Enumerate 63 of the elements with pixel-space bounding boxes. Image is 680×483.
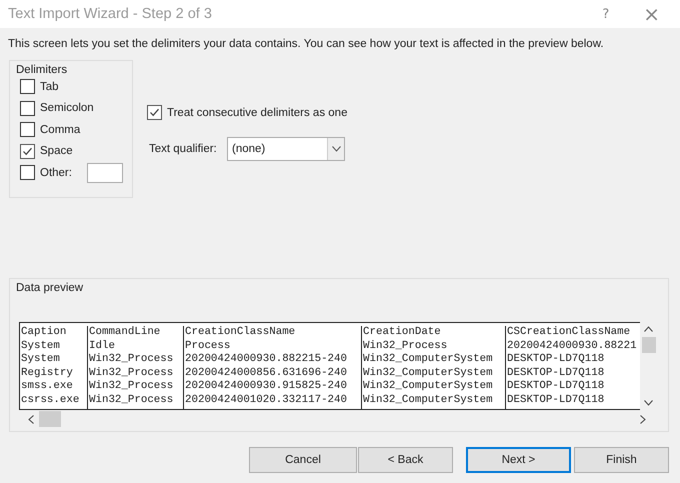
table-cell-text: Win32_Process xyxy=(89,366,174,380)
chevron-right-icon[interactable] xyxy=(640,414,646,424)
table-cell-text: DESKTOP-LD7Q118 xyxy=(507,366,606,380)
dialog-button[interactable]: Finish xyxy=(574,447,669,473)
field-label: Text qualifier: xyxy=(149,142,218,154)
table-cell-text: Registry xyxy=(21,366,74,380)
checkbox[interactable] xyxy=(20,165,35,180)
checkbox[interactable] xyxy=(20,144,35,159)
scroll-thumb[interactable] xyxy=(642,337,656,353)
table-cell-text: DESKTOP-LD7Q118 xyxy=(507,394,606,408)
table-cell-text: CreationDate xyxy=(363,326,442,340)
table-cell-text: CommandLine xyxy=(89,326,162,340)
table-cell-text: Win32_ComputerSystem xyxy=(363,366,494,380)
dialog-button[interactable]: < Back xyxy=(358,447,453,473)
chevron-left-icon[interactable] xyxy=(28,414,34,424)
table-cell-text: 20200424001020.332117-240 xyxy=(185,394,348,408)
checkbox-label: Other: xyxy=(40,166,72,179)
help-button[interactable]: ? xyxy=(602,6,610,22)
table-cell-text: System xyxy=(21,353,61,367)
table-cell-text: Win32_Process xyxy=(89,380,174,394)
table-cell-text: 20200424000930.915825-240 xyxy=(185,380,348,394)
checkbox[interactable] xyxy=(20,122,35,138)
dialog-button[interactable]: Cancel xyxy=(249,447,357,473)
table-cell-text: Win32_Process xyxy=(363,340,448,353)
window-title: Text Import Wizard - Step 2 of 3 xyxy=(8,6,213,22)
table-cell-text: Win32_Process xyxy=(89,353,174,367)
chevron-down-icon xyxy=(332,146,340,152)
table-cell-text: System xyxy=(21,340,61,354)
table-cell-text: Win32_ComputerSystem xyxy=(363,353,494,367)
table-cell-text: 20200424000930.882215-240 xyxy=(185,353,348,367)
checkbox-label: Comma xyxy=(40,124,80,136)
table-cell-text: smss.exe xyxy=(21,380,74,394)
checkbox-label: Semicolon xyxy=(40,102,94,114)
table-cell-text: Win32_ComputerSystem xyxy=(363,394,494,408)
other-field[interactable] xyxy=(86,162,123,183)
table-cell-text: CSCreationClassName xyxy=(507,326,632,340)
scroll-thumb[interactable] xyxy=(39,411,61,427)
table-cell-text: Win32_ComputerSystem xyxy=(363,380,494,394)
table-cell-text: Process xyxy=(185,340,232,354)
checkbox[interactable] xyxy=(20,100,35,116)
chevron-down-icon[interactable] xyxy=(644,400,653,406)
table-cell-text: csrss.exe xyxy=(21,394,80,408)
checkbox[interactable] xyxy=(147,105,162,120)
qualifier-dropdown[interactable]: (none) xyxy=(227,136,345,160)
checkbox[interactable] xyxy=(20,79,35,94)
dialog-button[interactable]: Next > xyxy=(466,447,571,473)
group-label: Data preview xyxy=(15,281,84,294)
table-cell-text: CreationClassName xyxy=(185,326,296,340)
table-cell-text: Caption xyxy=(21,326,68,340)
close-button[interactable]: × xyxy=(643,4,660,24)
table-cell-text: DESKTOP-LD7Q118 xyxy=(507,353,606,367)
group-label: Delimiters xyxy=(15,63,68,76)
checkbox-label: Treat consecutive delimiters as one xyxy=(167,106,348,119)
table-cell-text: 20200424000856.631696-240 xyxy=(185,366,348,380)
horizontal-scrollbar[interactable] xyxy=(28,410,646,428)
checkbox-label: Space xyxy=(40,145,73,158)
table-cell-text: Win32_Process xyxy=(89,394,174,408)
table-cell-text: Idle xyxy=(89,340,116,353)
instruction-text: This screen lets you set the delimiters your data contains. You can see how your text is affected in the preview below. xyxy=(7,37,605,52)
table-cell-text: 20200424000930.88221 xyxy=(507,340,638,354)
chevron-up-icon[interactable] xyxy=(644,326,653,332)
table-cell-text: DESKTOP-LD7Q118 xyxy=(507,380,606,394)
checkbox-label: Tab xyxy=(40,80,59,93)
